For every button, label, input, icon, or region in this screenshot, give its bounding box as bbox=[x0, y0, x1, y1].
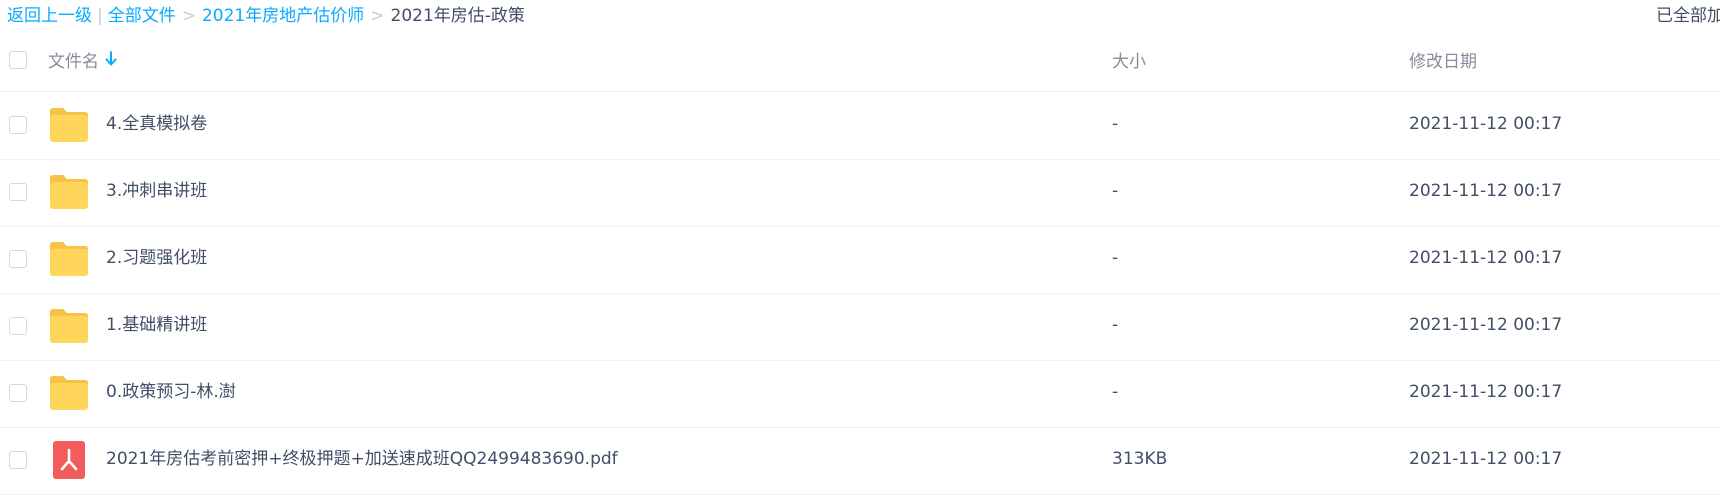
row-checkbox[interactable] bbox=[9, 317, 27, 335]
table-row[interactable]: 0.政策预习-林.澍 - 2021-11-12 00:17 bbox=[0, 360, 1720, 428]
modified-date: 2021-11-12 00:17 bbox=[1409, 114, 1563, 134]
modified-date: 2021-11-12 00:17 bbox=[1409, 315, 1563, 335]
breadcrumb-divider: | bbox=[97, 6, 103, 26]
file-size: - bbox=[1112, 315, 1119, 335]
modified-date: 2021-11-12 00:17 bbox=[1409, 382, 1563, 402]
modified-date: 2021-11-12 00:17 bbox=[1409, 181, 1563, 201]
file-size: 313KB bbox=[1112, 449, 1168, 469]
folder-icon[interactable] bbox=[48, 307, 90, 345]
row-checkbox[interactable] bbox=[9, 451, 27, 469]
breadcrumb-current: 2021年房估-政策 bbox=[390, 6, 525, 26]
table-row[interactable]: 3.冲刺串讲班 - 2021-11-12 00:17 bbox=[0, 159, 1720, 227]
modified-date: 2021-11-12 00:17 bbox=[1409, 248, 1563, 268]
row-checkbox[interactable] bbox=[9, 384, 27, 402]
breadcrumb-bar: 返回上一级 | 全部文件 >2021年房地产估价师 >2021年房估-政策 已全部加 bbox=[0, 0, 1720, 32]
file-size: - bbox=[1112, 248, 1119, 268]
column-header-size[interactable]: 大小 bbox=[1112, 50, 1146, 74]
breadcrumb-separator: > bbox=[370, 6, 385, 26]
file-name-link[interactable]: 3.冲刺串讲班 bbox=[106, 179, 207, 203]
column-header-name[interactable]: 文件名 bbox=[48, 50, 117, 74]
file-name-link[interactable]: 2021年房估考前密押+终极押题+加送速成班QQ2499483690.pdf bbox=[106, 447, 618, 471]
back-link[interactable]: 返回上一级 bbox=[7, 6, 92, 26]
all-files-link[interactable]: 全部文件 bbox=[108, 6, 176, 26]
file-name-link[interactable]: 4.全真模拟卷 bbox=[106, 112, 207, 136]
folder-link-realestate[interactable]: 2021年房地产估价师 bbox=[202, 6, 364, 26]
table-row[interactable]: 2021年房估考前密押+终极押题+加送速成班QQ2499483690.pdf 31… bbox=[0, 427, 1720, 495]
breadcrumb-separator: > bbox=[181, 6, 196, 26]
folder-icon[interactable] bbox=[48, 240, 90, 278]
select-all-checkbox[interactable] bbox=[9, 51, 27, 69]
pdf-icon[interactable] bbox=[48, 441, 90, 479]
row-checkbox[interactable] bbox=[9, 116, 27, 134]
table-row[interactable]: 4.全真模拟卷 - 2021-11-12 00:17 bbox=[0, 92, 1720, 160]
loaded-status: 已全部加 bbox=[1656, 6, 1720, 26]
file-size: - bbox=[1112, 181, 1119, 201]
file-size: - bbox=[1112, 114, 1119, 134]
table-row[interactable]: 1.基础精讲班 - 2021-11-12 00:17 bbox=[0, 293, 1720, 361]
table-row[interactable]: 2.习题强化班 - 2021-11-12 00:17 bbox=[0, 226, 1720, 294]
row-checkbox[interactable] bbox=[9, 250, 27, 268]
file-name-link[interactable]: 0.政策预习-林.澍 bbox=[106, 380, 236, 404]
column-header-name-label: 文件名 bbox=[48, 52, 99, 72]
folder-icon[interactable] bbox=[48, 374, 90, 412]
folder-icon[interactable] bbox=[48, 173, 90, 211]
column-header-date[interactable]: 修改日期 bbox=[1409, 50, 1477, 74]
row-checkbox[interactable] bbox=[9, 183, 27, 201]
sort-down-arrow-icon[interactable] bbox=[105, 50, 117, 74]
file-name-link[interactable]: 1.基础精讲班 bbox=[106, 313, 207, 337]
breadcrumb: 返回上一级 | 全部文件 >2021年房地产估价师 >2021年房估-政策 bbox=[7, 4, 525, 28]
file-size: - bbox=[1112, 382, 1119, 402]
file-name-link[interactable]: 2.习题强化班 bbox=[106, 246, 207, 270]
modified-date: 2021-11-12 00:17 bbox=[1409, 449, 1563, 469]
folder-icon[interactable] bbox=[48, 106, 90, 144]
table-header: 文件名 大小 修改日期 bbox=[0, 32, 1720, 92]
